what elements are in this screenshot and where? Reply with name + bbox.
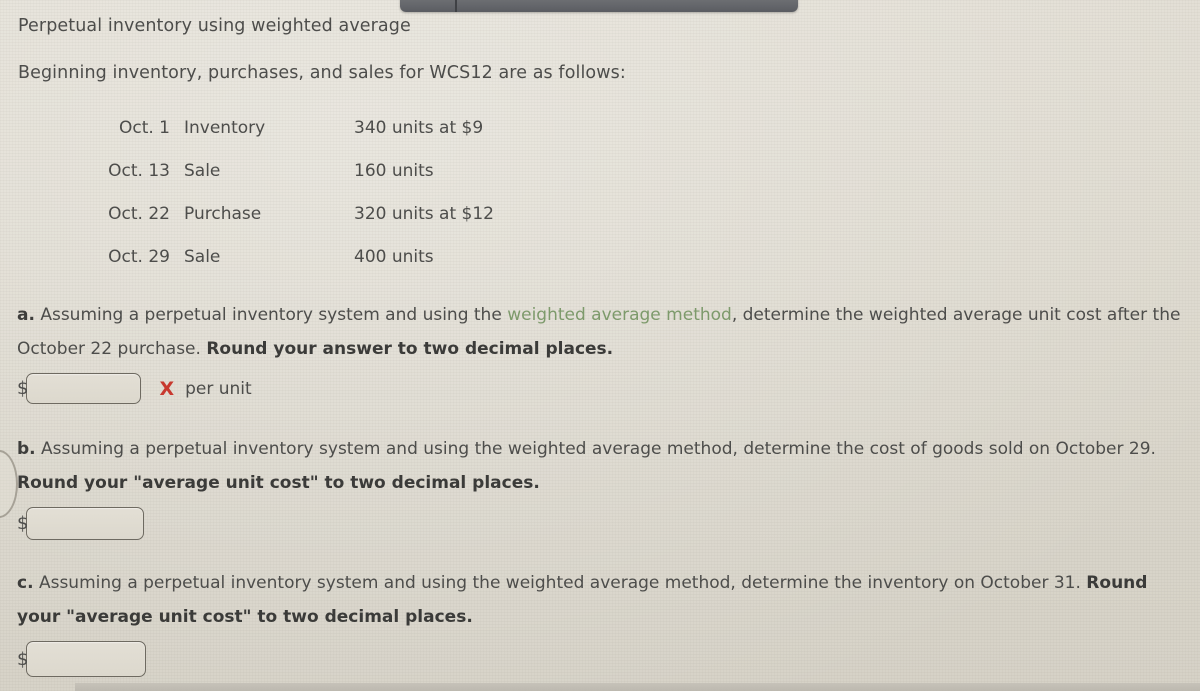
txn-detail: 160 units <box>354 161 434 181</box>
document-content: Perpetual inventory using weighted avera… <box>0 0 1200 691</box>
txn-date: Oct. 1 <box>118 118 170 138</box>
table-row: Oct. 1 Inventory 340 units at $9 <box>92 118 614 161</box>
question-c: c. Assuming a perpetual inventory system… <box>17 566 1192 677</box>
txn-type: Purchase <box>184 204 262 224</box>
txn-detail: 340 units at $9 <box>354 118 484 138</box>
table-row: Oct. 29 Sale 400 units <box>92 247 614 290</box>
question-a-text-before-link: Assuming a perpetual inventory system an… <box>40 305 508 325</box>
question-a: a. Assuming a perpetual inventory system… <box>17 298 1192 404</box>
question-b-body: Assuming a perpetual inventory system an… <box>41 439 1156 459</box>
incorrect-x-icon: X <box>159 377 175 400</box>
txn-type: Sale <box>184 161 221 181</box>
question-b-text: b. Assuming a perpetual inventory system… <box>17 432 1192 500</box>
question-a-text: a. Assuming a perpetual inventory system… <box>17 298 1192 366</box>
question-b-label: b. <box>17 439 36 459</box>
answer-input-a[interactable] <box>26 373 142 404</box>
question-a-instruction: Round your answer to two decimal places. <box>206 339 614 359</box>
weighted-average-method-link[interactable]: weighted average method <box>507 305 732 325</box>
question-b: b. Assuming a perpetual inventory system… <box>17 432 1192 540</box>
currency-symbol: $ <box>17 648 29 670</box>
txn-type: Sale <box>184 247 221 267</box>
txn-type: Inventory <box>184 118 266 138</box>
per-unit-label: per unit <box>185 378 252 399</box>
question-c-body: Assuming a perpetual inventory system an… <box>38 573 1087 593</box>
txn-detail: 320 units at $12 <box>354 204 494 224</box>
txn-detail: 400 units <box>354 247 434 267</box>
question-c-text: c. Assuming a perpetual inventory system… <box>17 566 1192 634</box>
question-a-label: a. <box>17 305 35 325</box>
question-c-label: c. <box>17 573 34 593</box>
question-b-instruction: Round your "average unit cost" to two de… <box>17 473 540 493</box>
page-title: Perpetual inventory using weighted avera… <box>18 16 411 36</box>
txn-date: Oct. 29 <box>108 247 170 267</box>
currency-symbol: $ <box>17 513 29 534</box>
page-subtitle: Beginning inventory, purchases, and sale… <box>18 63 626 83</box>
answer-input-b[interactable] <box>26 507 145 540</box>
question-a-answer-row: $ X per unit <box>17 373 1192 404</box>
question-c-answer-row: $ <box>17 641 1192 677</box>
question-b-answer-row: $ <box>17 507 1192 540</box>
txn-date: Oct. 22 <box>108 204 170 224</box>
table-row: Oct. 13 Sale 160 units <box>92 161 614 204</box>
table-row: Oct. 22 Purchase 320 units at $12 <box>92 204 614 247</box>
transactions-table: Oct. 1 Inventory 340 units at $9 Oct. 13… <box>92 118 614 290</box>
txn-date: Oct. 13 <box>108 161 170 181</box>
answer-input-c[interactable] <box>26 641 147 677</box>
currency-symbol: $ <box>17 378 29 399</box>
